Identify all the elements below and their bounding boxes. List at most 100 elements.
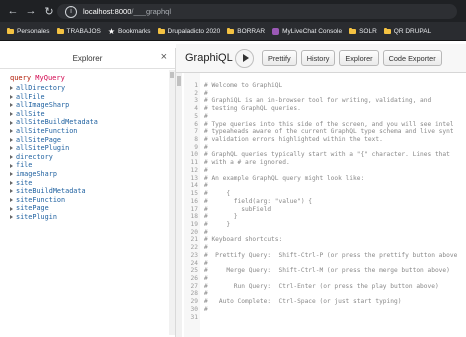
editor-line[interactable]: 6 # Type queries into this side of the sc… bbox=[184, 121, 457, 129]
field-label: allSitePlugin bbox=[16, 144, 70, 153]
code-text: # Prettify Query: Shift-Ctrl-P (or press… bbox=[204, 251, 458, 259]
explorer-scrollbar[interactable] bbox=[169, 70, 175, 335]
bookmark-drupaladicto[interactable]: Drupaladicto 2020 bbox=[157, 27, 220, 35]
field-label: allImageSharp bbox=[16, 101, 70, 110]
editor-line[interactable]: 7 # typeaheads aware of the current Graph… bbox=[184, 128, 457, 136]
code-text: # bbox=[204, 112, 208, 120]
explorer-field[interactable]: allImageSharp bbox=[10, 101, 98, 110]
editor-line[interactable]: 10 # GraphQL queries typically start with… bbox=[184, 151, 457, 159]
query-name-input[interactable]: MyQuery bbox=[35, 74, 65, 82]
code-exporter-button[interactable]: Code Exporter bbox=[382, 50, 442, 66]
bookmark-label: Bookmarks bbox=[118, 27, 151, 35]
code-text: # bbox=[204, 259, 208, 267]
bookmark-qr-drupal[interactable]: QR DRUPAL bbox=[383, 27, 432, 35]
history-button[interactable]: History bbox=[300, 50, 336, 66]
explorer-field[interactable]: allFile bbox=[10, 93, 98, 102]
field-label: allSitePage bbox=[16, 135, 62, 144]
explorer-button[interactable]: Explorer bbox=[339, 50, 379, 66]
editor-line[interactable]: 1 # Welcome to GraphiQL bbox=[184, 82, 457, 90]
editor-line[interactable]: 18 # } bbox=[184, 213, 457, 221]
editor-line[interactable]: 19 # } bbox=[184, 221, 457, 229]
editor-line[interactable]: 12 # bbox=[184, 167, 457, 175]
editor-line[interactable]: 11 # with a # are ignored. bbox=[184, 159, 457, 167]
query-editor[interactable]: 1 # Welcome to GraphiQL 2 #3 # GraphiQL is a… bbox=[176, 73, 466, 337]
close-icon[interactable]: × bbox=[161, 51, 167, 63]
prettify-button[interactable]: Prettify bbox=[262, 50, 297, 66]
play-button-icon[interactable] bbox=[235, 48, 254, 68]
explorer-field[interactable]: allSitePage bbox=[10, 136, 98, 145]
explorer-field[interactable]: sitePlugin bbox=[10, 213, 98, 222]
editor-line[interactable]: 9 # bbox=[184, 144, 457, 152]
editor-line[interactable]: 23 # Prettify Query: Shift-Ctrl-P (or pre… bbox=[184, 251, 458, 260]
editor-line[interactable]: 27 # Run Query: Ctrl-Enter (or press the … bbox=[184, 283, 457, 291]
graphiql-toolbar: GraphiQL Prettify History Explorer Code … bbox=[176, 44, 466, 73]
code-text: # bbox=[204, 228, 208, 236]
scrollbar-thumb[interactable] bbox=[170, 72, 174, 78]
bookmark-trabajos[interactable]: TRABAJOS bbox=[56, 27, 101, 35]
editor-line[interactable]: 21 # Keyboard shortcuts: bbox=[184, 236, 457, 244]
editor-line[interactable]: 26 # bbox=[184, 275, 457, 283]
expand-arrow-icon bbox=[10, 129, 13, 134]
explorer-field[interactable]: allSite bbox=[10, 110, 98, 119]
explorer-field[interactable]: site bbox=[10, 179, 98, 188]
scrollbar-thumb[interactable] bbox=[177, 76, 181, 86]
bookmark-solr[interactable]: SOLR bbox=[349, 27, 377, 35]
address-bar[interactable]: i localhost:8000/___graphql bbox=[57, 4, 457, 19]
code-text: # Auto Complete: Ctrl-Space (or just sta… bbox=[204, 298, 402, 306]
code-text: # Run Query: Ctrl-Enter (or press the pl… bbox=[204, 282, 439, 290]
bookmark-bookmarks[interactable]: ★ Bookmarks bbox=[108, 27, 151, 36]
explorer-field[interactable]: siteBuildMetadata bbox=[10, 187, 98, 196]
editor-line[interactable]: 20 # bbox=[184, 229, 457, 237]
query-name-row[interactable]: query MyQuery bbox=[10, 74, 65, 82]
bookmark-mylivechat[interactable]: MyLiveChat Console bbox=[272, 27, 342, 35]
editor-line[interactable]: 30 # bbox=[184, 306, 457, 314]
editor-line[interactable]: 14 # bbox=[184, 182, 457, 190]
expand-arrow-icon bbox=[10, 215, 13, 220]
code-text: # } bbox=[204, 220, 231, 228]
line-number: 25 bbox=[190, 267, 198, 275]
editor-line[interactable]: 16 # field(arg: "value") { bbox=[184, 198, 457, 206]
line-number: 31 bbox=[190, 313, 198, 321]
explorer-field[interactable]: allDirectory bbox=[10, 84, 98, 93]
explorer-field[interactable]: allSitePlugin bbox=[10, 144, 98, 153]
bookmark-label: QR DRUPAL bbox=[393, 27, 432, 35]
site-info-icon[interactable]: i bbox=[65, 5, 77, 18]
editor-line[interactable]: 5 # bbox=[184, 113, 457, 121]
editor-line[interactable]: 13 # An example GraphQL query might look … bbox=[184, 175, 457, 183]
code-text: # An example GraphQL query might look li… bbox=[204, 174, 365, 182]
app-icon bbox=[272, 27, 280, 35]
code-text: # bbox=[204, 166, 208, 174]
field-label: allFile bbox=[16, 92, 45, 101]
editor-line[interactable]: 8 # validation errors highlighted within … bbox=[184, 136, 457, 144]
explorer-field[interactable]: siteFunction bbox=[10, 196, 98, 205]
editor-line[interactable]: 22 # bbox=[184, 244, 457, 252]
back-arrow-icon[interactable]: ← bbox=[6, 4, 20, 18]
editor-line[interactable]: 25 # Merge Query: Shift-Ctrl-M (or press … bbox=[184, 267, 457, 275]
explorer-field[interactable]: allSiteFunction bbox=[10, 127, 98, 136]
editor-line[interactable]: 28 # bbox=[184, 290, 457, 298]
line-number: 12 bbox=[190, 166, 198, 174]
explorer-field[interactable]: directory bbox=[10, 153, 98, 162]
code-text: # Keyboard shortcuts: bbox=[204, 236, 283, 244]
explorer-field[interactable]: imageSharp bbox=[10, 170, 98, 179]
editor-lines[interactable]: 1 # Welcome to GraphiQL 2 #3 # GraphiQL is a… bbox=[184, 82, 458, 322]
editor-line[interactable]: 2 # bbox=[184, 90, 457, 98]
editor-line[interactable]: 15 # { bbox=[184, 190, 457, 198]
editor-line[interactable]: 17 # subField bbox=[184, 206, 457, 214]
explorer-field[interactable]: file bbox=[10, 161, 98, 170]
forward-arrow-icon[interactable]: → bbox=[24, 4, 38, 18]
editor-line[interactable]: 31 bbox=[184, 314, 457, 322]
bookmark-personales[interactable]: Personales bbox=[7, 27, 50, 35]
editor-line[interactable]: 24 # bbox=[184, 260, 457, 268]
editor-line[interactable]: 29 # Auto Complete: Ctrl-Space (or just s… bbox=[184, 298, 457, 306]
editor-line[interactable]: 4 # testing GraphQL queries. bbox=[184, 105, 457, 113]
bookmark-borrar[interactable]: BORRAR bbox=[227, 27, 265, 35]
line-number: 30 bbox=[190, 305, 198, 313]
explorer-field[interactable]: sitePage bbox=[10, 204, 98, 213]
explorer-field[interactable]: allSiteBuildMetadata bbox=[10, 118, 98, 127]
code-text: # bbox=[204, 274, 208, 282]
reload-icon[interactable]: ↻ bbox=[42, 4, 56, 18]
editor-scrollbar[interactable] bbox=[176, 73, 182, 337]
expand-arrow-icon bbox=[10, 86, 13, 91]
editor-line[interactable]: 3 # GraphiQL is an in-browser tool for wr… bbox=[184, 97, 457, 105]
